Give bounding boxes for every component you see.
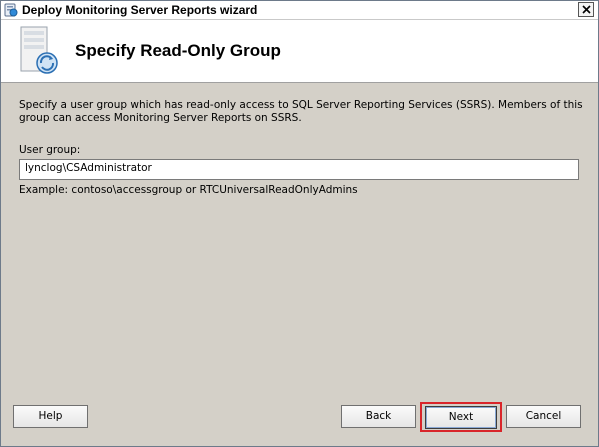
title-bar[interactable]: Deploy Monitoring Server Reports wizard [1,1,598,20]
next-button[interactable]: Next [425,406,497,429]
help-button[interactable]: Help [13,405,88,428]
description-text: Specify a user group which has read-only… [19,99,583,124]
page-title: Specify Read-Only Group [75,41,281,60]
close-icon [582,5,591,14]
next-button-highlight: Next [420,402,502,432]
wizard-app-icon [4,3,18,17]
example-text: Example: contoso\accessgroup or RTCUnive… [19,184,358,196]
window-title: Deploy Monitoring Server Reports wizard [22,3,258,17]
wizard-window: Deploy Monitoring Server Reports wizard … [0,0,599,447]
back-button[interactable]: Back [341,405,416,428]
wizard-content: Specify a user group which has read-only… [1,83,598,446]
user-group-input[interactable]: lynclog\CSAdministrator [19,159,579,180]
cancel-button[interactable]: Cancel [506,405,581,428]
wizard-header: Specify Read-Only Group [1,20,598,83]
user-group-label: User group: [19,144,81,156]
close-button[interactable] [578,2,594,17]
server-reports-icon [19,25,61,79]
